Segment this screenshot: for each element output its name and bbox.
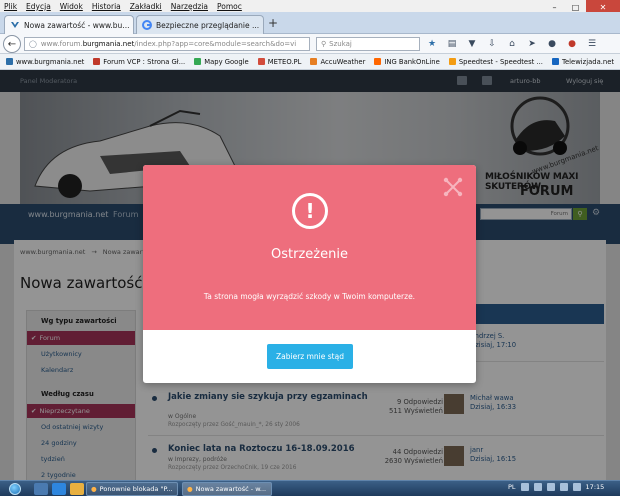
- address-bar[interactable]: ◯ www.forum.burgmania.net/index.php?app=…: [24, 37, 310, 51]
- system-tray: PL 17:15: [508, 483, 604, 491]
- tab-label: Bezpieczne przeglądanie ...: [156, 20, 260, 30]
- network-icon[interactable]: [546, 483, 555, 491]
- back-button[interactable]: ←: [3, 35, 21, 53]
- windows-orb-icon: [9, 483, 21, 495]
- bookmark-favicon-icon: [448, 58, 456, 65]
- burgmania-favicon-icon: [11, 22, 19, 28]
- bookmark-burgmania[interactable]: www.burgmania.net: [6, 58, 84, 66]
- bookmark-favicon-icon: [194, 58, 202, 65]
- warning-dialog: ! Ostrzeżenie Ta strona mogła wyrządzić …: [143, 165, 476, 383]
- menu-historia[interactable]: Historia: [92, 2, 121, 11]
- menu-pomoc[interactable]: Pomoc: [217, 2, 242, 11]
- menu-zakladki[interactable]: Zakładki: [130, 2, 162, 11]
- globe-icon: ◯: [29, 40, 37, 48]
- tab-label: Nowa zawartość - www.bu...: [24, 20, 130, 30]
- explorer-icon[interactable]: [70, 483, 84, 495]
- toolbar-icons: ★ ▤ ▼ ⇩ ⌂ ➤ ● ● ☰: [425, 37, 599, 51]
- navigation-bar: ← ◯ www.forum.burgmania.net/index.php?ap…: [0, 34, 620, 54]
- tray-arrow-icon[interactable]: [520, 483, 529, 491]
- addon-icon[interactable]: ●: [565, 37, 579, 51]
- google-favicon-icon: [142, 20, 152, 30]
- menu-narzedzia[interactable]: Narzędzia: [171, 2, 208, 11]
- exclamation-icon: !: [292, 193, 328, 229]
- dialog-title: Ostrzeżenie: [271, 247, 348, 262]
- bookmark-favicon-icon: [551, 58, 559, 65]
- menu-bar: Plik Edycja Widok Historia Zakładki Narz…: [0, 0, 620, 12]
- download-icon[interactable]: ⇩: [485, 37, 499, 51]
- menu-plik[interactable]: Plik: [4, 2, 17, 11]
- bookmark-favicon-icon: [6, 58, 13, 65]
- show-desktop-icon[interactable]: [34, 483, 48, 495]
- arrow-left-icon: ←: [7, 38, 17, 50]
- new-tab-icon[interactable]: +: [268, 16, 278, 30]
- ie-icon[interactable]: [52, 483, 66, 495]
- bookmark-favicon-icon: [310, 58, 318, 65]
- search-input[interactable]: ⚲ Szukaj: [316, 37, 420, 51]
- bookmark-meteo[interactable]: METEO.PL: [257, 58, 301, 66]
- url-text: www.forum.burgmania.net/index.php?app=co…: [40, 40, 297, 48]
- menu-widok[interactable]: Widok: [60, 2, 83, 11]
- dialog-header: ! Ostrzeżenie Ta strona mogła wyrządzić …: [143, 165, 476, 330]
- reading-list-icon[interactable]: ▤: [445, 37, 459, 51]
- bookmark-favicon-icon: [374, 58, 382, 65]
- tab-strip: Nowa zawartość - www.bu... ✕ Bezpieczne …: [0, 12, 620, 34]
- send-icon[interactable]: ➤: [525, 37, 539, 51]
- bookmark-speedtest[interactable]: Speedtest - Speedtest ...: [448, 58, 543, 66]
- search-placeholder: Szukaj: [329, 40, 352, 48]
- tab-bezpieczne-przegladanie[interactable]: Bezpieczne przeglądanie ... ✕: [136, 15, 264, 34]
- firefox-icon: ●: [91, 485, 97, 493]
- firefox-icon: ●: [187, 485, 193, 493]
- tab-close-icon[interactable]: ✕: [263, 21, 264, 30]
- tab-close-icon[interactable]: ✕: [133, 21, 134, 30]
- chat-icon[interactable]: ●: [545, 37, 559, 51]
- taskbar-task-1[interactable]: ● Ponownie blokada "P...: [86, 482, 178, 496]
- pocket-icon[interactable]: ▼: [465, 37, 479, 51]
- tray-flag-icon[interactable]: [572, 483, 581, 491]
- bookmarks-bar: www.burgmania.net Forum VCP : Strona Gł.…: [0, 54, 620, 70]
- dialog-message: Ta strona mogła wyrządzić szkody w Twoim…: [203, 292, 416, 301]
- bookmark-favicon-icon: [93, 58, 101, 65]
- close-icon[interactable]: [443, 177, 463, 197]
- bookmark-favicon-icon: [257, 58, 265, 65]
- clock[interactable]: 17:15: [586, 483, 605, 491]
- taskbar-task-2[interactable]: ● Nowa zawartość - w...: [182, 482, 272, 496]
- start-button[interactable]: [2, 481, 28, 496]
- bookmark-accuweather[interactable]: AccuWeather: [310, 58, 365, 66]
- language-indicator[interactable]: PL: [508, 483, 516, 491]
- bookmark-telewizjada[interactable]: Telewizjada.net: [551, 58, 614, 66]
- home-icon[interactable]: ⌂: [505, 37, 519, 51]
- bookmark-mapy-google[interactable]: Mapy Google: [194, 58, 249, 66]
- menu-icon[interactable]: ☰: [585, 37, 599, 51]
- menu-edycja[interactable]: Edycja: [26, 2, 51, 11]
- bookmark-ing[interactable]: ING BankOnLine: [374, 58, 440, 66]
- search-icon: ⚲: [321, 40, 327, 48]
- tab-nowa-zawartosc[interactable]: Nowa zawartość - www.bu... ✕: [4, 15, 134, 34]
- taskbar: ● Ponownie blokada "P... ● Nowa zawartoś…: [0, 480, 620, 496]
- volume-icon[interactable]: [559, 483, 568, 491]
- bookmark-forum-vcp[interactable]: Forum VCP : Strona Gł...: [93, 58, 185, 66]
- tray-app-icon[interactable]: [533, 483, 542, 491]
- take-me-away-button[interactable]: Zabierz mnie stąd: [267, 344, 353, 369]
- bookmark-star-icon[interactable]: ★: [425, 37, 439, 51]
